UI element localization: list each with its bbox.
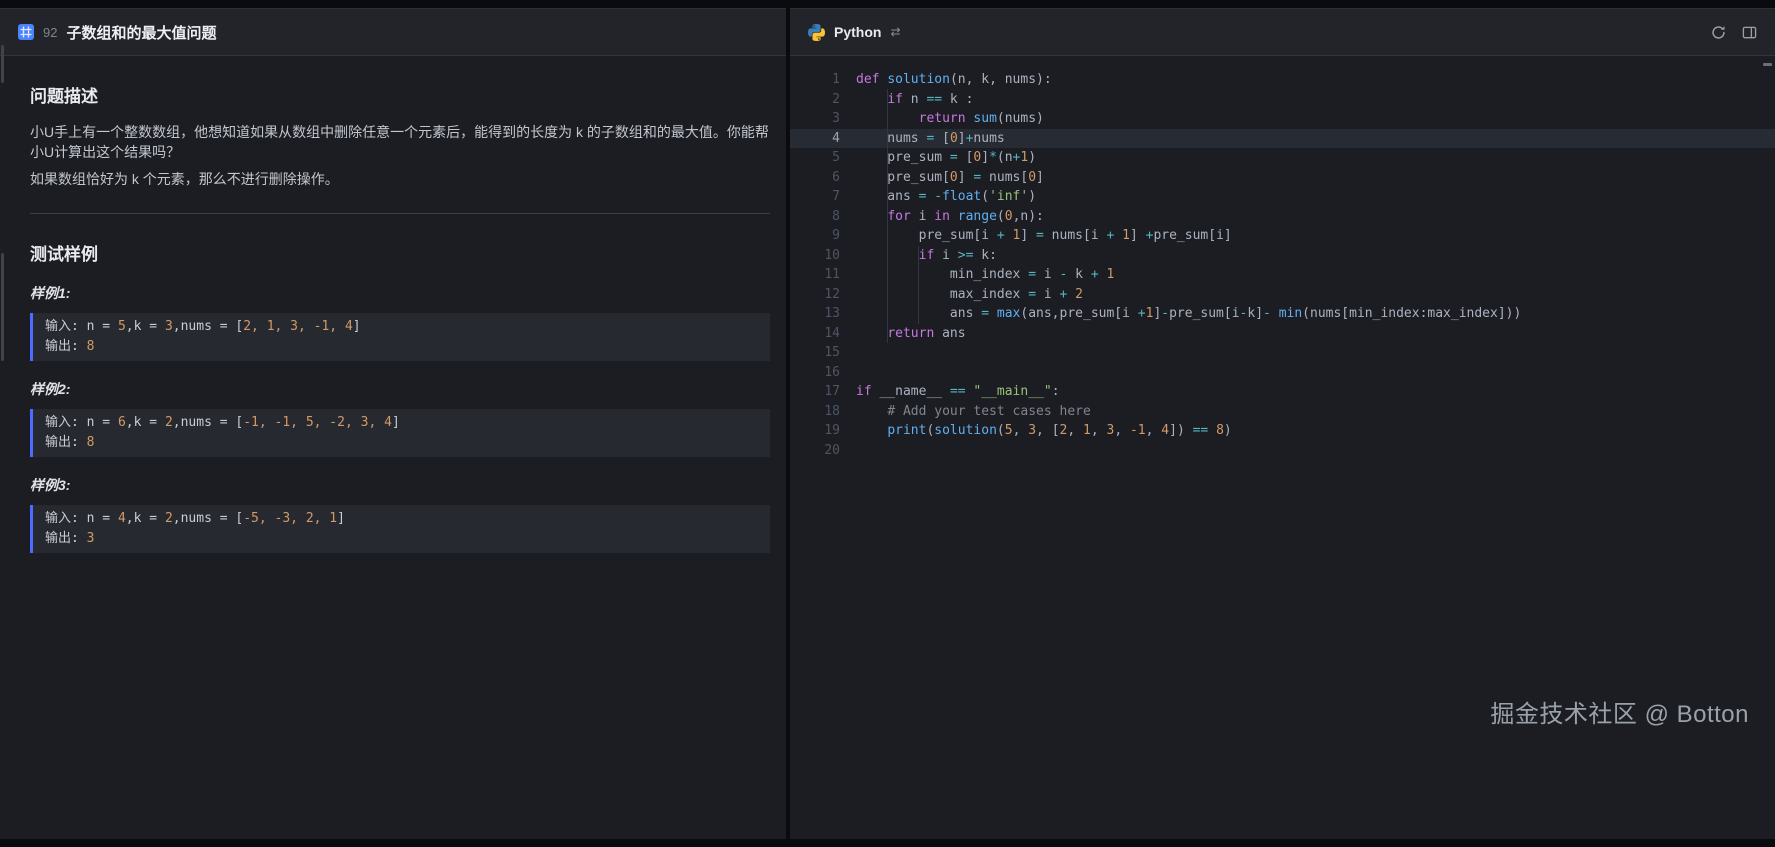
code-line-13[interactable]: 13 ans = max(ans,pre_sum[i +1]-pre_sum[i… xyxy=(790,304,1775,324)
code-text: if n == k : xyxy=(856,90,973,110)
code-line-15[interactable]: 15 xyxy=(790,343,1775,363)
line-number: 12 xyxy=(790,285,840,305)
workspace: 92 子数组和的最大值问题 问题描述 小U手上有一个整数数组，他想知道如果从数组… xyxy=(0,0,1775,839)
code-line-17[interactable]: 17 if __name__ == "__main__": xyxy=(790,382,1775,402)
code-text: return sum(nums) xyxy=(856,109,1044,129)
code-line-11[interactable]: 11 min_index = i - k + 1 xyxy=(790,265,1775,285)
samples-heading: 测试样例 xyxy=(30,240,770,265)
line-number: 10 xyxy=(790,246,840,266)
sample-label: 样例1: xyxy=(30,283,770,303)
problem-content: 问题描述 小U手上有一个整数数组，他想知道如果从数组中删除任意一个元素后，能得到… xyxy=(0,56,786,839)
line-number: 7 xyxy=(790,187,840,207)
description-line-1: 小U手上有一个整数数组，他想知道如果从数组中删除任意一个元素后，能得到的长度为 … xyxy=(30,122,770,163)
problem-grid-icon xyxy=(18,24,34,40)
sample-block: 输入: n = 5,k = 3,nums = [2, 1, 3, -1, 4]输… xyxy=(30,313,770,361)
editor-panel: Python ⇄ 1def solution(n, k, nums):2 if … xyxy=(790,8,1775,839)
line-number: 18 xyxy=(790,402,840,422)
code-line-8[interactable]: 8 for i in range(0,n): xyxy=(790,207,1775,227)
code-text: ans = max(ans,pre_sum[i +1]-pre_sum[i-k]… xyxy=(856,304,1521,324)
line-number: 5 xyxy=(790,148,840,168)
code-text: # Add your test cases here xyxy=(856,402,1091,422)
sample-input: 输入: n = 6,k = 2,nums = [-1, -1, 5, -2, 3… xyxy=(45,413,758,433)
code-text: max_index = i + 2 xyxy=(856,285,1083,305)
line-number: 2 xyxy=(790,90,840,110)
line-number: 4 xyxy=(790,129,840,149)
editor-header: Python ⇄ xyxy=(790,9,1775,56)
sample-label: 样例2: xyxy=(30,379,770,399)
code-text: if __name__ == "__main__": xyxy=(856,382,1060,402)
problem-header: 92 子数组和的最大值问题 xyxy=(0,9,786,56)
line-number: 13 xyxy=(790,304,840,324)
code-text: pre_sum = [0]*(n+1) xyxy=(856,148,1036,168)
sample-label: 样例3: xyxy=(30,475,770,495)
code-line-6[interactable]: 6 pre_sum[0] = nums[0] xyxy=(790,168,1775,188)
description-line-2: 如果数组恰好为 k 个元素，那么不进行删除操作。 xyxy=(30,169,770,189)
watermark: 掘金技术社区 @ Botton xyxy=(1490,694,1749,729)
code-text: return ans xyxy=(856,324,966,344)
code-line-7[interactable]: 7 ans = -float('inf') xyxy=(790,187,1775,207)
code-line-10[interactable]: 10 if i >= k: xyxy=(790,246,1775,266)
code-lines: 1def solution(n, k, nums):2 if n == k :3… xyxy=(790,70,1775,460)
code-line-1[interactable]: 1 def solution(n, k, nums): xyxy=(790,70,1775,90)
line-number: 1 xyxy=(790,70,840,90)
line-number: 16 xyxy=(790,363,840,383)
line-number: 17 xyxy=(790,382,840,402)
sample-output: 输出: 8 xyxy=(45,433,758,453)
code-text: min_index = i - k + 1 xyxy=(856,265,1114,285)
line-number: 20 xyxy=(790,441,840,461)
indent-guide xyxy=(887,89,888,343)
language-swap-icon[interactable]: ⇄ xyxy=(890,25,900,39)
code-line-16[interactable]: 16 xyxy=(790,363,1775,383)
editor-scrollbar-mark xyxy=(1763,63,1772,66)
python-icon xyxy=(808,24,825,41)
left-scrollbar-thumb-2[interactable] xyxy=(1,253,4,361)
left-scrollbar-thumb-1[interactable] xyxy=(1,45,4,83)
indent-guide xyxy=(918,246,919,324)
sample-output: 输出: 8 xyxy=(45,337,758,357)
problem-panel: 92 子数组和的最大值问题 问题描述 小U手上有一个整数数组，他想知道如果从数组… xyxy=(0,8,786,839)
sample-block: 输入: n = 6,k = 2,nums = [-1, -1, 5, -2, 3… xyxy=(30,409,770,457)
editor-actions xyxy=(1711,25,1757,40)
code-text: print(solution(5, 3, [2, 1, 3, -1, 4]) =… xyxy=(856,421,1232,441)
code-line-4[interactable]: 4 nums = [0]+nums xyxy=(790,129,1775,149)
code-text: ans = -float('inf') xyxy=(856,187,1036,207)
code-line-9[interactable]: 9 pre_sum[i + 1] = nums[i + 1] +pre_sum[… xyxy=(790,226,1775,246)
sample-output: 输出: 3 xyxy=(45,529,758,549)
code-text: for i in range(0,n): xyxy=(856,207,1044,227)
line-number: 3 xyxy=(790,109,840,129)
description-heading: 问题描述 xyxy=(30,82,770,107)
line-number: 11 xyxy=(790,265,840,285)
toggle-layout-button[interactable] xyxy=(1742,25,1757,40)
code-text: pre_sum[0] = nums[0] xyxy=(856,168,1044,188)
problem-number: 92 xyxy=(43,25,57,40)
code-text: nums = [0]+nums xyxy=(856,129,1005,149)
code-text: if i >= k: xyxy=(856,246,997,266)
line-number: 19 xyxy=(790,421,840,441)
code-line-2[interactable]: 2 if n == k : xyxy=(790,90,1775,110)
reset-code-button[interactable] xyxy=(1711,25,1726,40)
code-line-14[interactable]: 14 return ans xyxy=(790,324,1775,344)
sample-input: 输入: n = 5,k = 3,nums = [2, 1, 3, -1, 4] xyxy=(45,317,758,337)
code-line-19[interactable]: 19 print(solution(5, 3, [2, 1, 3, -1, 4]… xyxy=(790,421,1775,441)
code-text: def solution(n, k, nums): xyxy=(856,70,1052,90)
line-number: 14 xyxy=(790,324,840,344)
sample-block: 输入: n = 4,k = 2,nums = [-5, -3, 2, 1]输出:… xyxy=(30,505,770,553)
code-line-20[interactable]: 20 xyxy=(790,441,1775,461)
samples-list: 样例1: 输入: n = 5,k = 3,nums = [2, 1, 3, -1,… xyxy=(30,283,770,553)
language-label: Python xyxy=(834,24,881,40)
line-number: 15 xyxy=(790,343,840,363)
section-divider xyxy=(30,213,770,214)
problem-title: 子数组和的最大值问题 xyxy=(66,22,216,43)
code-line-18[interactable]: 18 # Add your test cases here xyxy=(790,402,1775,422)
code-text: pre_sum[i + 1] = nums[i + 1] +pre_sum[i] xyxy=(856,226,1232,246)
line-number: 8 xyxy=(790,207,840,227)
sample-input: 输入: n = 4,k = 2,nums = [-5, -3, 2, 1] xyxy=(45,509,758,529)
code-line-3[interactable]: 3 return sum(nums) xyxy=(790,109,1775,129)
code-line-12[interactable]: 12 max_index = i + 2 xyxy=(790,285,1775,305)
line-number: 6 xyxy=(790,168,840,188)
code-line-5[interactable]: 5 pre_sum = [0]*(n+1) xyxy=(790,148,1775,168)
line-number: 9 xyxy=(790,226,840,246)
